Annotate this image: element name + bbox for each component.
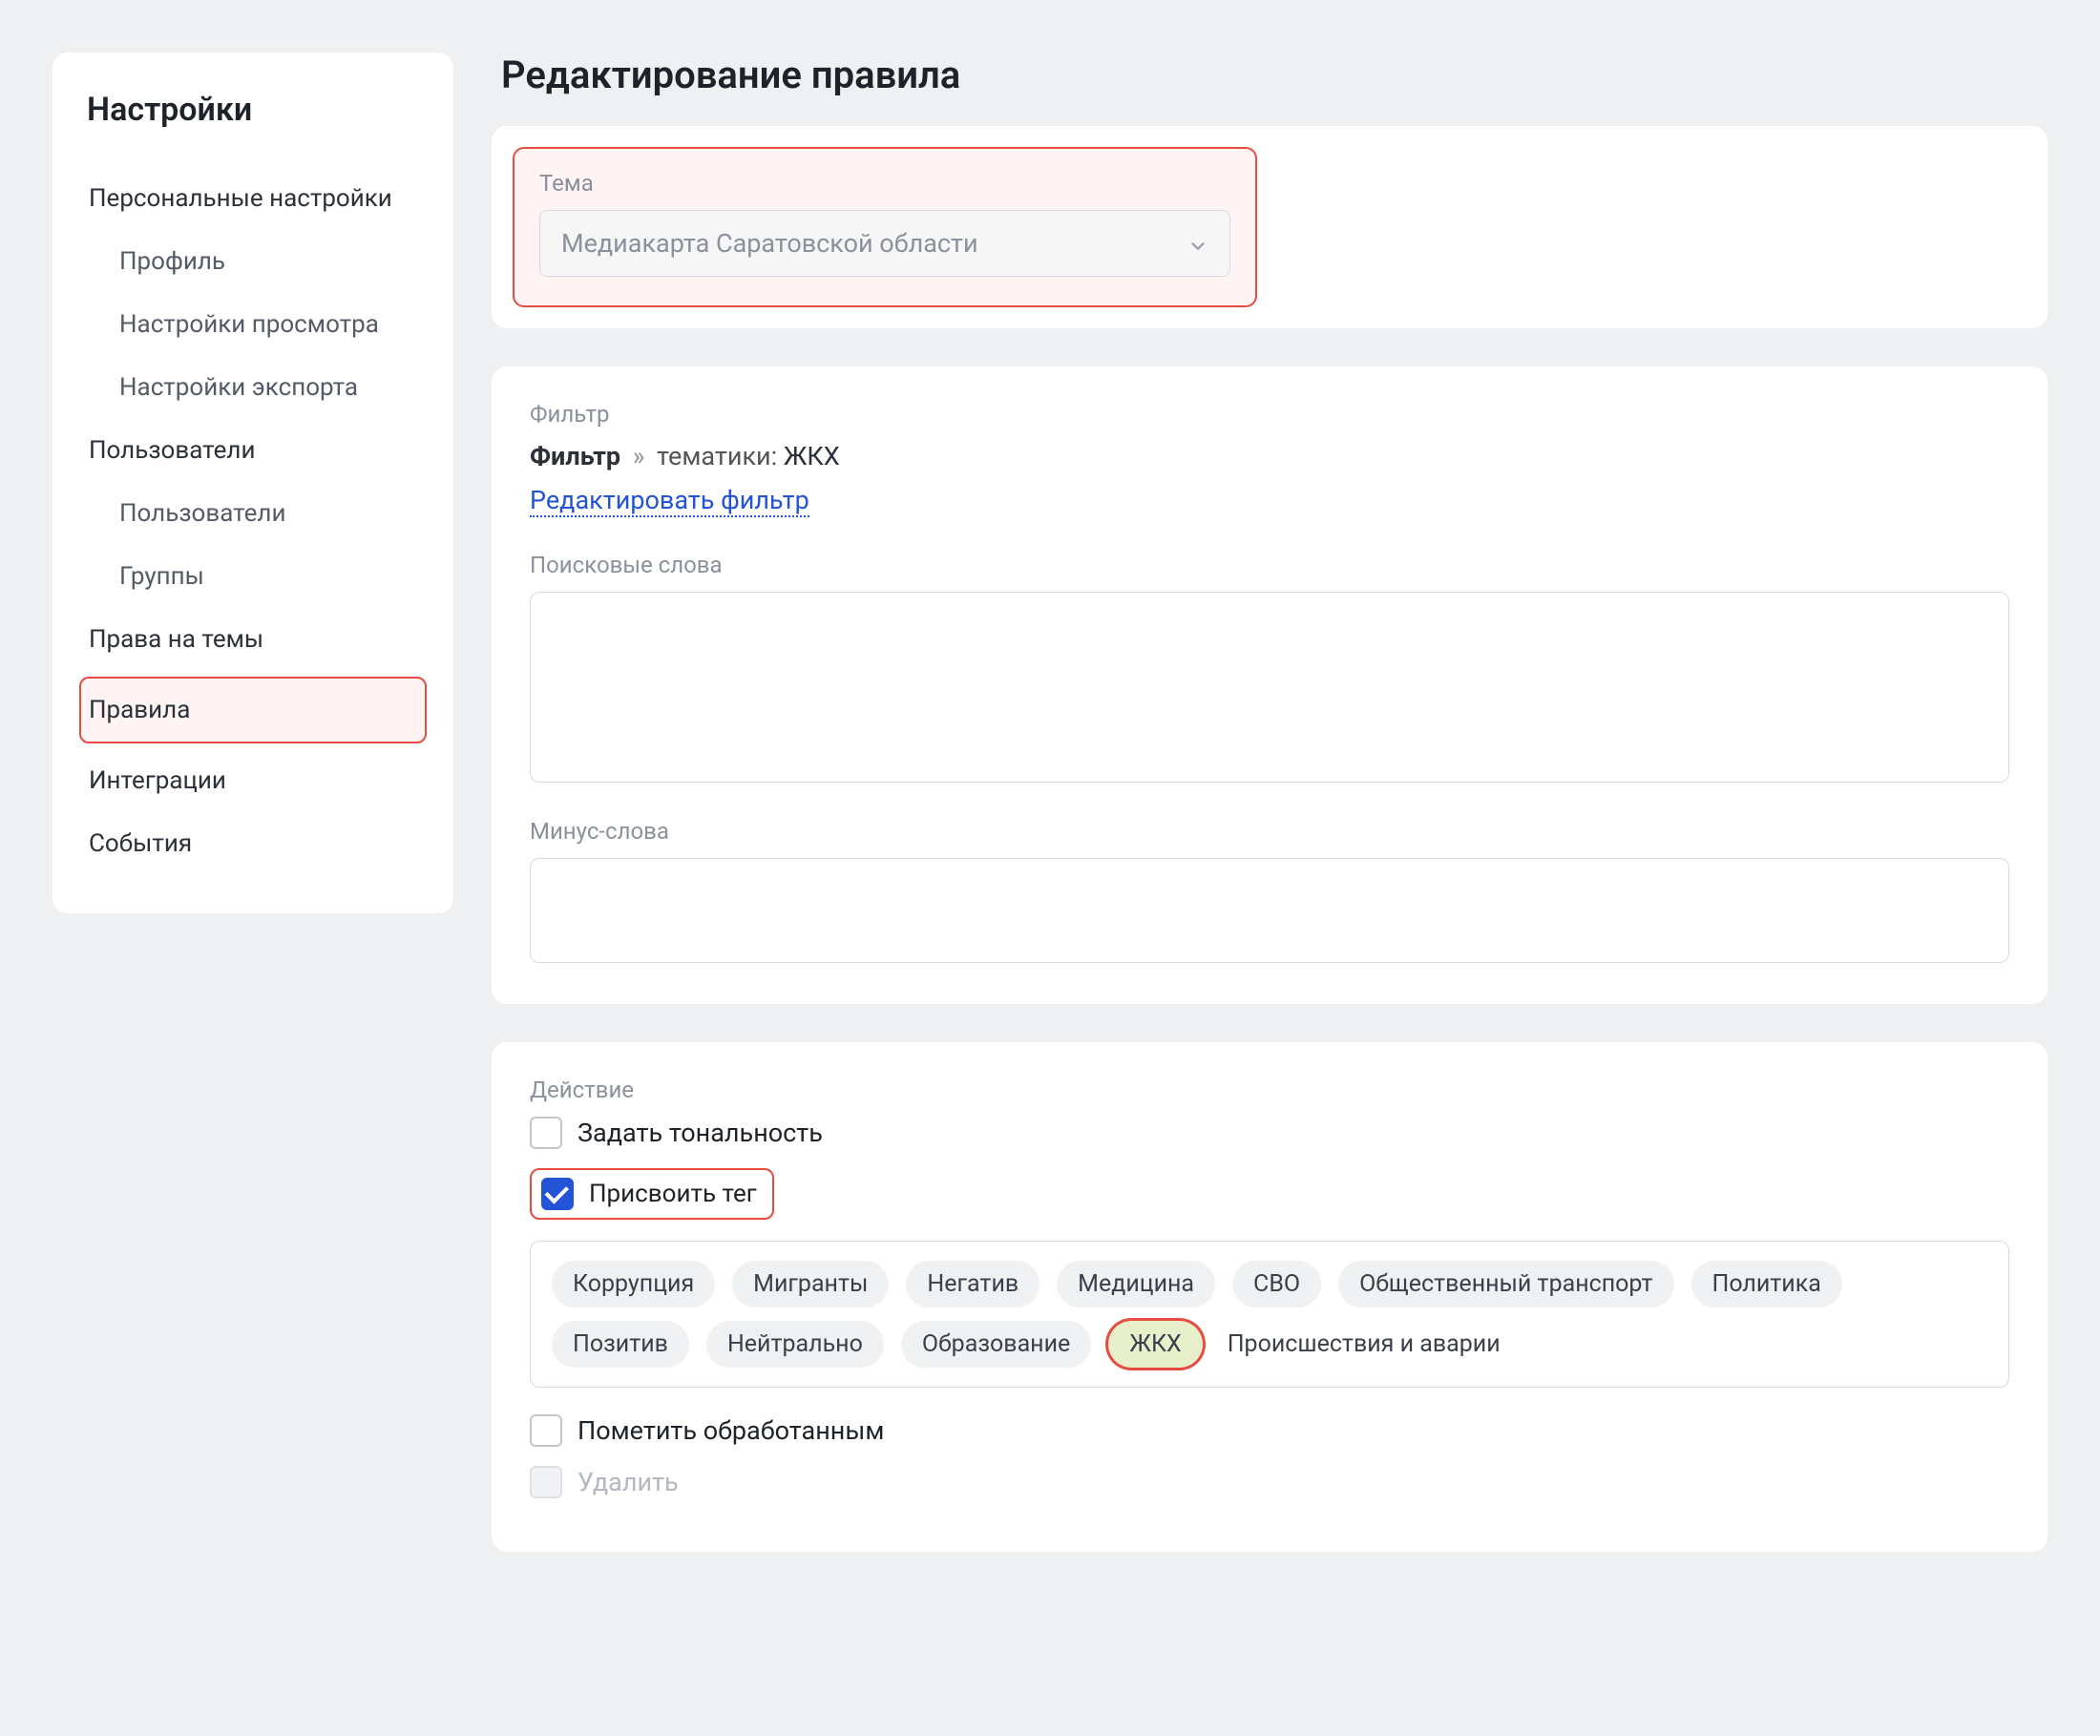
settings-nav: Персональные настройкиПрофильНастройки п…: [81, 167, 425, 875]
tag-8[interactable]: Нейтрально: [706, 1321, 884, 1368]
nav-item-0[interactable]: Персональные настройки: [81, 167, 425, 230]
filter-label: Фильтр: [530, 401, 2009, 428]
theme-select-value: Медиакарта Саратовской области: [561, 228, 978, 259]
search-words-input[interactable]: [530, 592, 2009, 783]
main-content: Редактирование правила Тема Медиакарта С…: [492, 52, 2048, 1590]
assign-tag-label: Присвоить тег: [589, 1180, 757, 1208]
edit-filter-link[interactable]: Редактировать фильтр: [530, 485, 809, 517]
tag-2[interactable]: Негатив: [906, 1261, 1040, 1307]
delete-label: Удалить: [578, 1467, 679, 1497]
tags-well: Коррупция Мигранты Негатив Медицина СВО Общес…: [530, 1241, 2009, 1388]
sidebar-title: Настройки: [81, 91, 425, 129]
filter-breadcrumb: Фильтр » тематики: ЖКХ: [530, 441, 2009, 471]
processed-row: Пометить обработанным: [530, 1414, 2009, 1447]
minus-words-input[interactable]: [530, 858, 2009, 963]
tonality-checkbox[interactable]: [530, 1117, 562, 1149]
bc-sep: »: [633, 441, 645, 471]
processed-checkbox[interactable]: [530, 1414, 562, 1447]
minus-words-label: Минус-слова: [530, 818, 2009, 845]
delete-row: Удалить: [530, 1466, 2009, 1498]
tag-5[interactable]: Общественный транспорт: [1338, 1261, 1673, 1307]
theme-card: Тема Медиакарта Саратовской области: [492, 126, 2048, 328]
tag-10[interactable]: ЖКХ: [1108, 1321, 1202, 1368]
tag-3[interactable]: Медицина: [1057, 1261, 1215, 1307]
nav-item-2[interactable]: Настройки просмотра: [81, 293, 425, 356]
nav-item-6[interactable]: Группы: [81, 545, 425, 608]
nav-item-3[interactable]: Настройки экспорта: [81, 356, 425, 419]
processed-label: Пометить обработанным: [578, 1415, 884, 1446]
actions-label: Действие: [530, 1077, 2009, 1103]
tonality-label: Задать тональность: [578, 1118, 823, 1148]
tag-4[interactable]: СВО: [1232, 1261, 1321, 1307]
nav-item-9[interactable]: Интеграции: [81, 749, 425, 812]
tag-6[interactable]: Политика: [1691, 1261, 1842, 1307]
delete-checkbox: [530, 1466, 562, 1498]
nav-item-10[interactable]: События: [81, 812, 425, 875]
nav-item-1[interactable]: Профиль: [81, 230, 425, 293]
tag-9[interactable]: Образование: [901, 1321, 1091, 1368]
page-title: Редактирование правила: [492, 52, 2048, 97]
tag-1[interactable]: Мигранты: [732, 1261, 889, 1307]
tag-7[interactable]: Позитив: [552, 1321, 689, 1368]
bc-key: тематики:: [657, 441, 777, 471]
nav-item-5[interactable]: Пользователи: [81, 482, 425, 545]
assign-tag-row: Присвоить тег: [530, 1168, 774, 1220]
search-words-label: Поисковые слова: [530, 552, 2009, 578]
filter-card: Фильтр Фильтр » тематики: ЖКХ Редактиров…: [492, 366, 2048, 1004]
tonality-row: Задать тональность: [530, 1117, 2009, 1149]
chevron-down-icon: [1187, 233, 1208, 254]
nav-item-7[interactable]: Права на темы: [81, 608, 425, 671]
theme-select[interactable]: Медиакарта Саратовской области: [539, 210, 1230, 277]
nav-item-8[interactable]: Правила: [79, 677, 427, 743]
tag-11: Происшествия и аварии: [1220, 1321, 1522, 1368]
nav-item-4[interactable]: Пользователи: [81, 419, 425, 482]
settings-sidebar: Настройки Персональные настройкиПрофильН…: [52, 52, 453, 913]
bc-root: Фильтр: [530, 441, 620, 471]
actions-card: Действие Задать тональность Присвоить те…: [492, 1042, 2048, 1552]
assign-tag-checkbox[interactable]: [541, 1178, 574, 1210]
tag-0[interactable]: Коррупция: [552, 1261, 715, 1307]
theme-label: Тема: [539, 170, 1230, 197]
bc-val: ЖКХ: [784, 441, 840, 471]
theme-block: Тема Медиакарта Саратовской области: [513, 147, 1257, 307]
